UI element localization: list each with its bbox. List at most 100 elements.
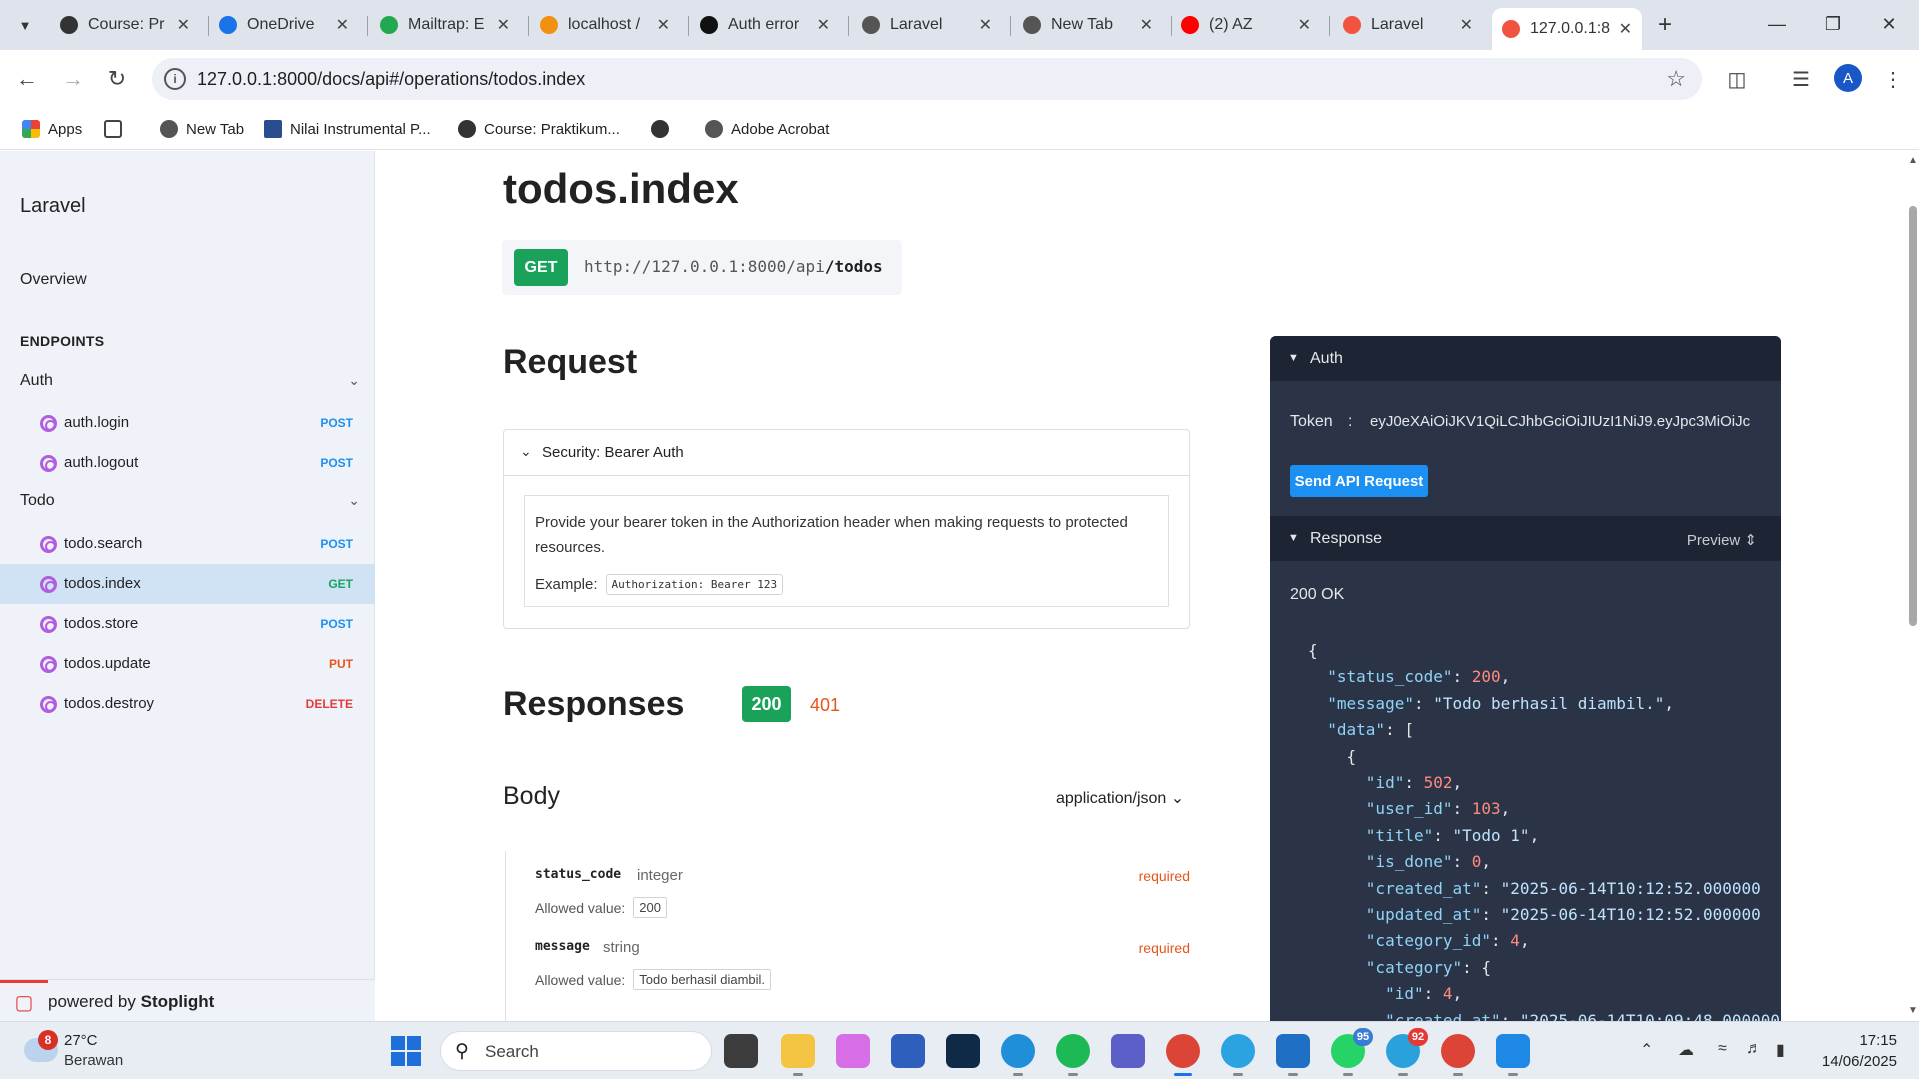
tab-groups-icon[interactable]	[104, 116, 130, 142]
close-tab-icon[interactable]: ✕	[1298, 15, 1311, 35]
page-scrollbar[interactable]: ▲ ▼	[1907, 151, 1919, 1021]
operation-icon	[40, 415, 57, 432]
vscode-icon[interactable]	[1276, 1034, 1310, 1076]
send-api-request-button[interactable]: Send API Request	[1290, 465, 1428, 497]
json-line: {	[1308, 641, 1318, 660]
tab-separator	[848, 16, 849, 36]
tab-search-button[interactable]: ▼	[10, 10, 40, 40]
taskbar-search[interactable]: ⚲ Search	[440, 1031, 712, 1071]
profile-avatar[interactable]: A	[1834, 64, 1862, 92]
tab-title: (2) AZ	[1209, 16, 1253, 33]
clock[interactable]: 17:15 14/06/2025	[1822, 1030, 1897, 1072]
browser-tab[interactable]: Laravel ✕	[852, 8, 1002, 42]
media-control-icon[interactable]: ☰	[1784, 62, 1818, 96]
sidebar-group-todo[interactable]: Todo ⌄	[20, 492, 360, 510]
jetbrains-icon[interactable]	[946, 1034, 980, 1068]
sidebar-item-auth-login[interactable]: auth.login POST	[0, 403, 375, 443]
start-button[interactable]	[391, 1036, 421, 1066]
operation-icon	[40, 616, 57, 633]
sidebar-item-todos-index[interactable]: todos.index GET	[0, 564, 375, 604]
close-tab-icon[interactable]: ✕	[1140, 15, 1153, 35]
notepad-icon[interactable]	[1496, 1034, 1530, 1076]
browser-tab[interactable]: localhost / ✕	[530, 8, 680, 42]
bookmark-nilai[interactable]: Nilai Instrumental P...	[264, 116, 431, 142]
sidebar-item-todos-store[interactable]: todos.store POST	[0, 604, 375, 644]
tab-favicon-icon	[1181, 16, 1199, 34]
close-tab-icon[interactable]: ✕	[497, 15, 510, 35]
close-tab-icon[interactable]: ✕	[817, 15, 830, 35]
edge-icon[interactable]	[1001, 1034, 1035, 1076]
response-section-toggle[interactable]: ▼ Response Preview ⇕	[1270, 516, 1781, 561]
scroll-up-icon[interactable]: ▲	[1908, 155, 1918, 166]
browser-tab[interactable]: (2) AZ ✕	[1171, 8, 1321, 42]
forward-button[interactable]: →	[56, 62, 90, 96]
wifi-icon[interactable]: ≈	[1718, 1040, 1727, 1058]
spotify-icon[interactable]	[1056, 1034, 1090, 1076]
weather-widget[interactable]: 8 27°C Berawan	[24, 1030, 144, 1072]
minimize-button[interactable]: —	[1757, 8, 1797, 40]
bookmark-moodle[interactable]	[651, 116, 677, 142]
endpoint-url-box[interactable]: GET http://127.0.0.1:8000/api/todos	[502, 240, 902, 295]
battery-icon[interactable]: ▮	[1776, 1040, 1785, 1060]
restore-button[interactable]: ❐	[1813, 8, 1853, 40]
status-tab-401[interactable]: 401	[810, 695, 840, 716]
bookmark-apps[interactable]: Apps	[22, 116, 82, 142]
scroll-down-icon[interactable]: ▼	[1908, 1005, 1918, 1016]
scrollbar-thumb[interactable]	[1909, 206, 1917, 626]
whatsapp-icon[interactable]: 95	[1331, 1028, 1373, 1076]
sidebar-item-todos-destroy[interactable]: todos.destroy DELETE	[0, 684, 375, 724]
new-tab-button[interactable]: +	[1650, 10, 1680, 40]
browser-menu-icon[interactable]: ⋮	[1876, 62, 1910, 96]
close-tab-icon[interactable]: ✕	[979, 15, 992, 35]
preview-select[interactable]: Preview ⇕	[1687, 531, 1757, 549]
bookmark-adobe[interactable]: Adobe Acrobat	[705, 116, 829, 142]
chrome-profile-icon[interactable]	[1441, 1034, 1475, 1076]
browser-tab[interactable]: Mailtrap: E ✕	[370, 8, 520, 42]
bookmark-course[interactable]: Course: Praktikum...	[458, 116, 620, 142]
sidebar-item-todos-update[interactable]: todos.update PUT	[0, 644, 375, 684]
sidebar-item-auth-logout[interactable]: auth.logout POST	[0, 443, 375, 483]
auth-section-toggle[interactable]: ▼ Auth	[1270, 336, 1781, 381]
browser-tab[interactable]: New Tab ✕	[1013, 8, 1163, 42]
json-line: "updated_at": "2025-06-14T10:12:52.00000…	[1308, 905, 1761, 925]
store-icon[interactable]	[891, 1034, 925, 1068]
file-explorer-icon[interactable]	[781, 1034, 815, 1076]
volume-icon[interactable]: ♬	[1746, 1040, 1762, 1058]
sidebar-item-todo-search[interactable]: todo.search POST	[0, 524, 375, 564]
content-type-select[interactable]: application/json ⌄	[1056, 788, 1184, 808]
token-input[interactable]: eyJ0eXAiOiJKV1QiLCJhbGciOiJIUzI1NiJ9.eyJ…	[1370, 413, 1750, 430]
onedrive-icon[interactable]: ☁	[1678, 1040, 1694, 1060]
powered-by-footer[interactable]: ▢ powered by Stoplight	[0, 979, 375, 1021]
chrome-icon[interactable]	[1166, 1034, 1200, 1076]
close-tab-icon[interactable]: ✕	[1460, 15, 1473, 35]
teams-icon[interactable]	[1111, 1034, 1145, 1068]
docs-sidebar: Laravel Overview ENDPOINTS Auth ⌄ Todo ⌄…	[0, 151, 375, 1021]
browser-tab[interactable]: OneDrive ✕	[209, 8, 359, 42]
telegram-icon[interactable]: 92	[1386, 1028, 1428, 1076]
back-button[interactable]: ←	[10, 62, 44, 96]
browser-tab[interactable]: Laravel ✕	[1333, 8, 1483, 42]
close-tab-icon[interactable]: ✕	[177, 15, 190, 35]
task-view-icon[interactable]	[724, 1034, 758, 1068]
sidebar-group-auth[interactable]: Auth ⌄	[20, 372, 360, 390]
browser-tab[interactable]: Course: Pr ✕	[50, 8, 200, 42]
tab-favicon-icon	[60, 16, 78, 34]
app-icon[interactable]	[1221, 1034, 1255, 1076]
tray-chevron-icon[interactable]: ⌃	[1640, 1040, 1653, 1060]
close-tab-icon[interactable]: ✕	[1619, 19, 1632, 39]
bookmark-star-icon[interactable]: ☆	[1666, 66, 1686, 92]
address-bar[interactable]: i 127.0.0.1:8000/docs/api#/operations/to…	[152, 58, 1702, 100]
browser-tab[interactable]: 127.0.0.1:8 ✕	[1492, 8, 1642, 50]
reload-button[interactable]: ↻	[100, 62, 134, 96]
close-tab-icon[interactable]: ✕	[336, 15, 349, 35]
status-tab-200[interactable]: 200	[742, 686, 791, 722]
close-window-button[interactable]: ✕	[1869, 8, 1909, 40]
copilot-icon[interactable]	[836, 1034, 870, 1068]
browser-tab[interactable]: Auth error ✕	[690, 8, 840, 42]
site-info-icon[interactable]: i	[164, 68, 186, 90]
sidebar-item-overview[interactable]: Overview	[20, 271, 87, 289]
bookmark-new-tab[interactable]: New Tab	[160, 116, 244, 142]
security-toggle[interactable]: ⌄ Security: Bearer Auth	[504, 430, 1189, 476]
extensions-icon[interactable]: ◫	[1720, 62, 1754, 96]
close-tab-icon[interactable]: ✕	[657, 15, 670, 35]
